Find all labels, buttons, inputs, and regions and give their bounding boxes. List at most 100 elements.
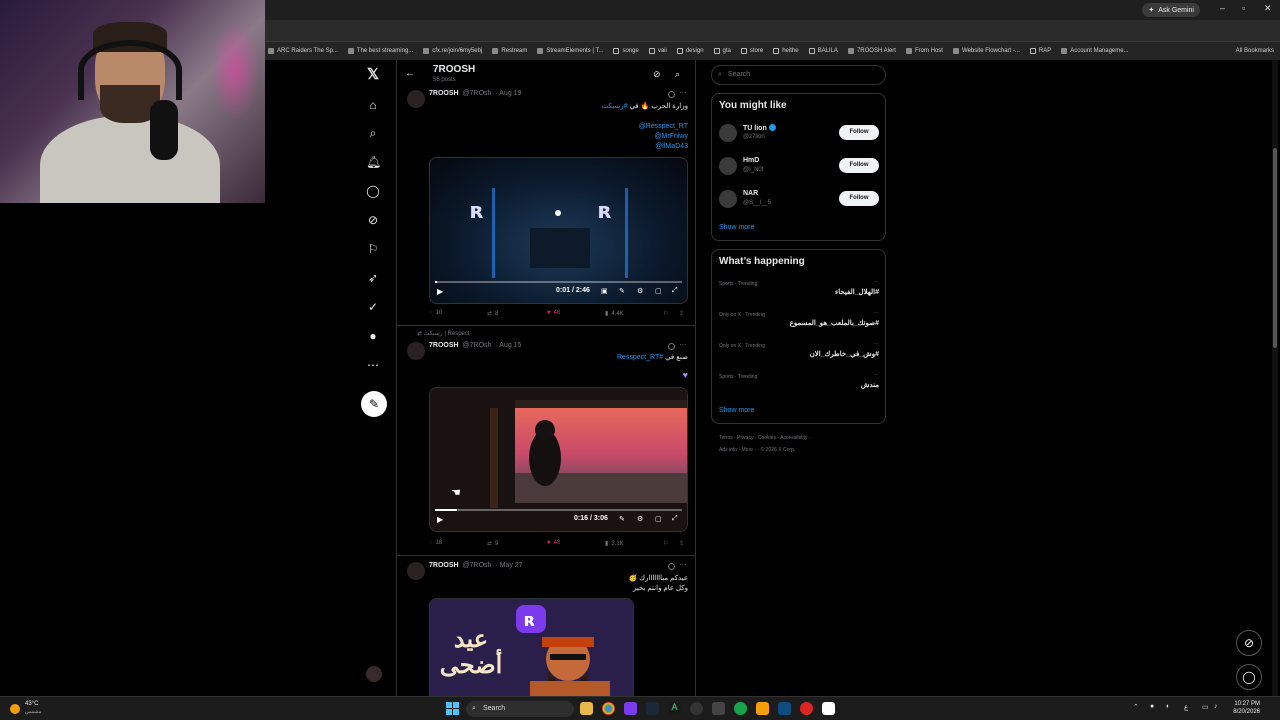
settings-icon[interactable]: ⚙ bbox=[637, 287, 643, 295]
trend-item[interactable]: Only on X · Trending ··· #وش_في_خاطرك_ال… bbox=[719, 341, 879, 369]
more-icon[interactable]: ··· bbox=[873, 372, 879, 378]
pip-icon[interactable]: ▢ bbox=[655, 515, 662, 523]
tweet-date[interactable]: · Aug 15 bbox=[495, 342, 521, 349]
avatar[interactable] bbox=[719, 124, 737, 142]
bookmark-item[interactable]: RAP bbox=[1029, 48, 1051, 54]
bookmark-icon[interactable]: ⚐ bbox=[663, 310, 668, 317]
grok-icon[interactable] bbox=[668, 91, 675, 98]
chevron-up-icon[interactable]: ⌃ bbox=[1133, 703, 1139, 711]
grok-icon[interactable] bbox=[668, 563, 675, 570]
mention-link[interactable]: @llMaD43 bbox=[655, 142, 688, 152]
search-icon[interactable]: ⌕ bbox=[675, 69, 680, 80]
fullscreen-icon[interactable]: ⤢ bbox=[672, 287, 678, 295]
mention-link[interactable]: @MrFniwy bbox=[654, 132, 688, 142]
taskbar-search[interactable]: ⌕ Search bbox=[466, 701, 574, 717]
follow-button[interactable]: Follow bbox=[839, 191, 879, 206]
tweet-author[interactable]: 7ROOSH bbox=[429, 90, 459, 97]
app-icon[interactable] bbox=[800, 702, 813, 715]
like-button[interactable]: ♥ 48 bbox=[547, 540, 560, 546]
app-icon[interactable] bbox=[712, 702, 725, 715]
follow-button[interactable]: Follow bbox=[839, 125, 879, 140]
follow-button[interactable]: Follow bbox=[839, 158, 879, 173]
tray-icon[interactable]: ● bbox=[1150, 703, 1154, 710]
bookmark-item[interactable]: 7ROOSH Alert bbox=[847, 48, 896, 54]
play-icon[interactable]: ▶ bbox=[437, 287, 443, 296]
footer-links[interactable]: Ads info · More ··· © 2026 X Corp. bbox=[719, 447, 795, 453]
avatar[interactable] bbox=[366, 666, 382, 682]
bookmark-item[interactable]: The best streaming... bbox=[347, 48, 413, 54]
more-icon[interactable]: ··· bbox=[679, 340, 687, 349]
show-more-link[interactable]: Show more bbox=[719, 407, 754, 414]
minimize-button[interactable]: – bbox=[1220, 3, 1225, 13]
ask-gemini-button[interactable]: ✦ Ask Gemini bbox=[1142, 3, 1200, 17]
repost-button[interactable]: ⇄ 8 bbox=[487, 310, 498, 318]
views-button[interactable]: ▮ 4.4K bbox=[605, 310, 624, 318]
monitor-icon[interactable]: ▭ bbox=[1202, 703, 1209, 711]
hashtag-link[interactable]: #Resspect_RT bbox=[617, 354, 663, 361]
x-logo-icon[interactable]: 𝕏 bbox=[366, 67, 380, 82]
volume-icon[interactable]: ♪ bbox=[1214, 703, 1218, 710]
bookmark-icon[interactable]: ⚐ bbox=[663, 540, 668, 547]
start-button[interactable] bbox=[446, 702, 459, 715]
hashtag-link[interactable]: #رسبكت bbox=[602, 103, 628, 110]
all-bookmarks[interactable]: All Bookmarks bbox=[1236, 48, 1274, 54]
mute-icon[interactable]: ✎ bbox=[619, 287, 625, 295]
footer-links[interactable]: Terms · Privacy · Cookies · Accessibilit… bbox=[719, 435, 810, 441]
profile-icon[interactable]: ● bbox=[366, 329, 380, 343]
app-icon[interactable]: A bbox=[668, 702, 681, 715]
grok-icon[interactable]: ⊘ bbox=[366, 213, 380, 227]
steam-icon[interactable] bbox=[646, 702, 659, 715]
bookmark-item[interactable]: BALILA bbox=[808, 48, 838, 54]
bookmark-item[interactable]: design bbox=[676, 48, 704, 54]
trend-item[interactable]: Only on X · Trending ··· #صوتك_بالملعب_ه… bbox=[719, 310, 879, 338]
suggestion-row[interactable]: HmD @I_N0t Follow bbox=[719, 155, 879, 179]
suggestion-name[interactable]: TU lion bbox=[743, 125, 767, 132]
pip-icon[interactable]: ▢ bbox=[655, 287, 662, 295]
bookmark-item[interactable]: ARC Raiders The Sp... bbox=[268, 48, 338, 54]
compose-post-button[interactable]: ✎ bbox=[361, 391, 387, 417]
bookmark-item[interactable]: Website Flowchart -... bbox=[952, 48, 1020, 54]
avatar[interactable] bbox=[719, 157, 737, 175]
more-icon[interactable]: ··· bbox=[873, 341, 879, 347]
scrollbar[interactable] bbox=[1272, 60, 1278, 696]
tweet-date[interactable]: · May 27 bbox=[495, 562, 522, 569]
messages-fab-icon[interactable]: ◯ bbox=[1236, 664, 1262, 690]
video-progress-bar[interactable] bbox=[435, 509, 682, 511]
settings-icon[interactable] bbox=[690, 702, 703, 715]
captions-icon[interactable]: ▣ bbox=[601, 287, 608, 295]
grok-icon[interactable]: ⊘ bbox=[653, 69, 661, 80]
bookmark-item[interactable]: cfx.re/join/6my5ebj bbox=[423, 48, 482, 54]
tweet-author[interactable]: 7ROOSH bbox=[429, 342, 459, 349]
settings-icon[interactable]: ⚙ bbox=[637, 515, 643, 523]
app-icon[interactable] bbox=[778, 702, 791, 715]
maximize-button[interactable]: ▫ bbox=[1242, 3, 1245, 13]
rocket-icon[interactable]: ➶ bbox=[366, 271, 380, 285]
bookmark-item[interactable]: Restream bbox=[492, 48, 527, 54]
like-button[interactable]: ♥ 48 bbox=[547, 310, 560, 316]
share-icon[interactable]: ⇪ bbox=[679, 540, 684, 547]
xbox-icon[interactable] bbox=[734, 702, 747, 715]
more-icon[interactable]: ··· bbox=[873, 310, 879, 316]
messages-icon[interactable]: ◯ bbox=[366, 184, 380, 198]
reply-button[interactable]: ◌ 18 bbox=[429, 540, 442, 546]
reply-button[interactable]: ◌ 10 bbox=[429, 310, 442, 316]
more-icon[interactable]: ⋯ bbox=[366, 358, 380, 372]
play-icon[interactable]: ▶ bbox=[437, 515, 443, 524]
bookmark-item[interactable]: Account Manageme... bbox=[1061, 48, 1129, 54]
bookmark-item[interactable]: vaii bbox=[648, 48, 667, 54]
bookmark-item[interactable]: From Host bbox=[905, 48, 943, 54]
app-icon[interactable] bbox=[756, 702, 769, 715]
clock[interactable]: 10:27 PM 8/20/2026 bbox=[1226, 700, 1260, 716]
views-button[interactable]: ▮ 3.1K bbox=[605, 540, 624, 548]
trend-item[interactable]: Sports · Trending ··· #الهلال_الفيحاء bbox=[719, 279, 879, 307]
tweet-author[interactable]: 7ROOSH bbox=[429, 562, 459, 569]
tweet-image[interactable]: ʀ عيد أضحى bbox=[429, 598, 634, 696]
show-more-link[interactable]: Show more bbox=[719, 224, 754, 231]
search-input[interactable]: ⌕ Search bbox=[711, 65, 886, 85]
bookmark-item[interactable]: gta bbox=[713, 48, 731, 54]
share-icon[interactable]: ⇪ bbox=[679, 310, 684, 317]
video-progress-bar[interactable] bbox=[435, 281, 682, 283]
more-icon[interactable]: ··· bbox=[679, 88, 687, 97]
avatar[interactable] bbox=[407, 562, 425, 580]
suggestion-row[interactable]: NAR @S__l__5 Follow bbox=[719, 188, 879, 212]
